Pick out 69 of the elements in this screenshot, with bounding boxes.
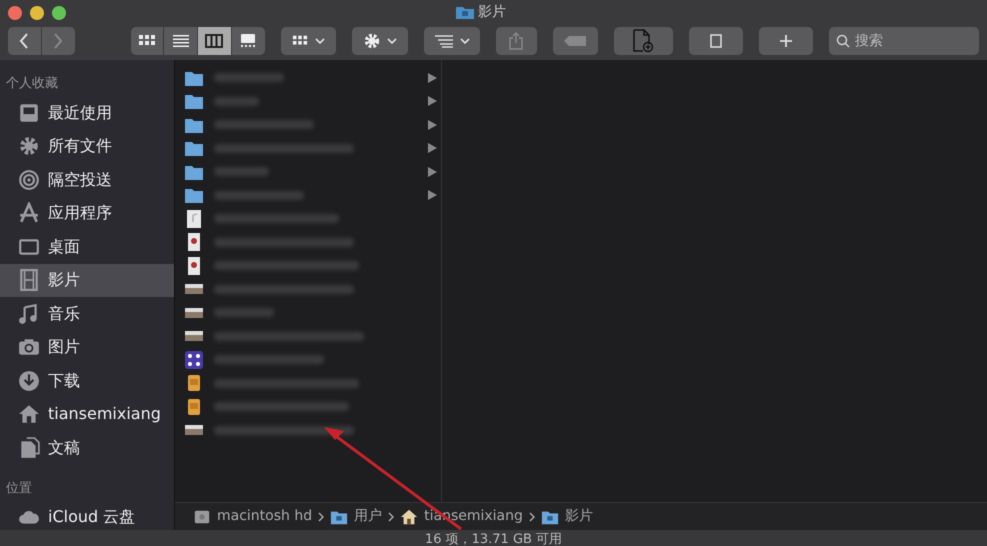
sidebar-item[interactable]: 音乐 bbox=[0, 297, 174, 330]
tag-button[interactable] bbox=[552, 27, 598, 55]
path-item[interactable]: macintosh hd bbox=[217, 506, 312, 527]
sort-button[interactable] bbox=[424, 27, 480, 55]
airdrop-icon bbox=[18, 168, 40, 191]
add-button[interactable] bbox=[759, 27, 813, 55]
new-document-icon bbox=[632, 29, 654, 53]
apps-icon bbox=[18, 202, 40, 224]
sidebar-item[interactable]: 文稿 bbox=[0, 431, 174, 464]
back-button[interactable] bbox=[8, 27, 41, 55]
sidebar-item[interactable]: tiansemixiang bbox=[0, 398, 174, 431]
gear-icon bbox=[18, 135, 40, 158]
home-icon bbox=[18, 403, 40, 426]
list-icon bbox=[170, 32, 191, 50]
tray-icon bbox=[18, 102, 40, 124]
sidebar-item[interactable]: 图片 bbox=[0, 330, 174, 364]
chevron-right-icon bbox=[53, 33, 64, 49]
sidebar-item[interactable]: 最近使用 bbox=[0, 96, 174, 130]
share-icon bbox=[508, 32, 524, 50]
caret-icon bbox=[315, 38, 326, 44]
section-heading: 位置 bbox=[5, 480, 33, 498]
sidebar-item[interactable]: 应用程序 bbox=[0, 196, 174, 230]
status-text: 16 项，13.71 GB 可用 bbox=[0, 530, 987, 546]
close-button[interactable] bbox=[8, 6, 22, 20]
view-mode-button[interactable] bbox=[164, 27, 198, 55]
gear-icon bbox=[363, 32, 382, 50]
section-heading: 个人收藏 bbox=[5, 75, 59, 93]
settings-button[interactable] bbox=[352, 27, 408, 55]
app-icon bbox=[184, 350, 204, 370]
view-mode-button[interactable] bbox=[232, 27, 265, 55]
folder-icon bbox=[456, 5, 474, 19]
group-by-button[interactable] bbox=[280, 27, 336, 55]
chevron-left-icon bbox=[19, 33, 30, 49]
columns-icon bbox=[204, 32, 224, 50]
search-field[interactable]: 搜索 bbox=[828, 27, 979, 55]
chevron-icon bbox=[528, 512, 535, 522]
blurred-filename bbox=[214, 167, 269, 176]
home-icon bbox=[400, 508, 418, 526]
caret-icon bbox=[460, 38, 470, 44]
sort-lines-icon bbox=[434, 34, 454, 48]
sidebar-item[interactable]: 所有文件 bbox=[0, 130, 174, 163]
path-item[interactable]: 影片 bbox=[564, 506, 593, 527]
blurred-filename bbox=[214, 308, 274, 318]
download-icon bbox=[18, 370, 40, 392]
sidebar-item[interactable]: 下载 bbox=[0, 364, 174, 398]
minimize-button[interactable] bbox=[30, 6, 44, 20]
share-button[interactable] bbox=[496, 27, 537, 55]
forward-button[interactable] bbox=[42, 27, 75, 55]
blurred-filename bbox=[214, 96, 259, 106]
path-item[interactable]: 用户 bbox=[354, 506, 382, 527]
plus-icon bbox=[779, 34, 794, 48]
sidebar-item[interactable]: 影片 bbox=[0, 264, 174, 297]
tag-icon bbox=[563, 35, 588, 47]
new-document-button[interactable] bbox=[614, 27, 674, 55]
blurred-filename bbox=[214, 73, 284, 82]
chevron-icon bbox=[318, 512, 324, 522]
sidebar-item[interactable]: iCloud 云盘 bbox=[0, 500, 174, 530]
view-mode-button[interactable] bbox=[130, 27, 164, 55]
sidebar-item[interactable]: 桌面 bbox=[0, 230, 174, 264]
sidebar-item[interactable]: 隔空投送 bbox=[0, 163, 174, 196]
toolbar-button[interactable] bbox=[689, 27, 744, 55]
audio-file-icon bbox=[184, 208, 204, 229]
view-mode-button[interactable] bbox=[198, 27, 231, 55]
caret-icon bbox=[387, 38, 398, 44]
chevron-icon bbox=[388, 512, 394, 522]
square-icon bbox=[709, 33, 724, 49]
window-title: 影片 bbox=[478, 2, 506, 22]
zoom-button[interactable] bbox=[52, 6, 66, 20]
film-icon bbox=[18, 269, 40, 292]
